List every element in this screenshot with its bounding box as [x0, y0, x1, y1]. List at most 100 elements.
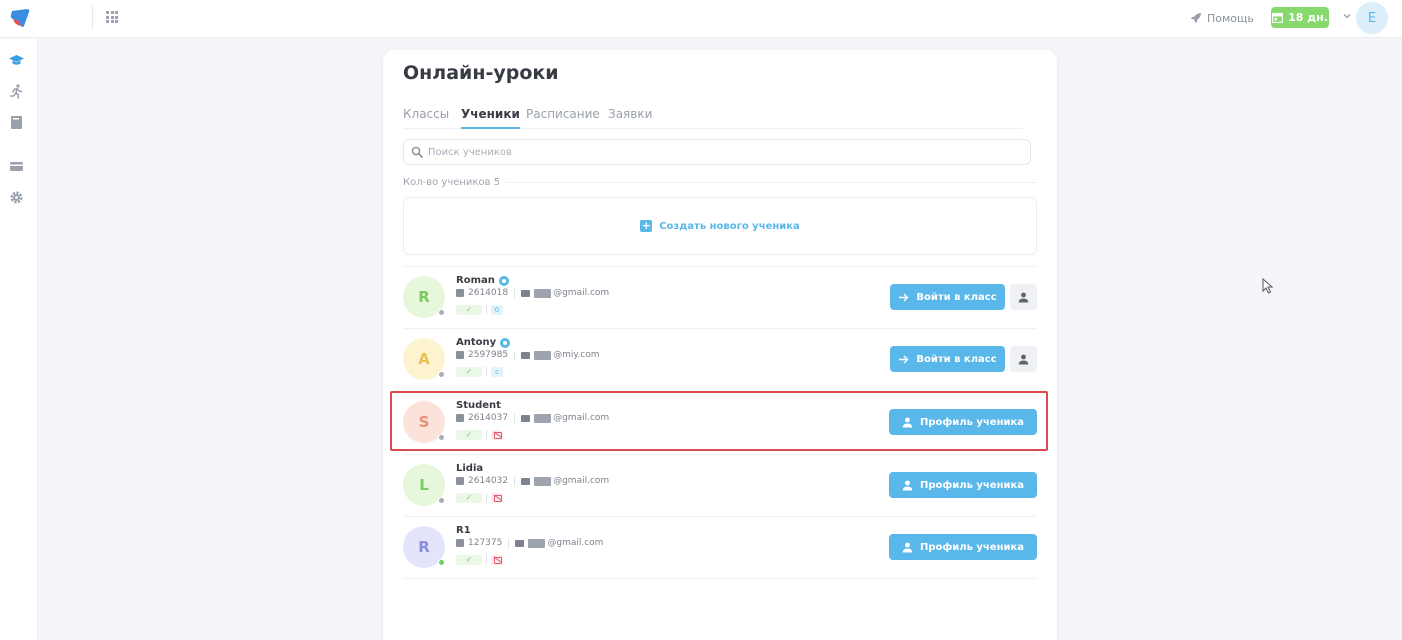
top-bar: Помощь 18 дн. E: [0, 0, 1402, 38]
student-email: @miy.com: [553, 350, 600, 360]
student-profile-icon-button[interactable]: [1010, 284, 1037, 310]
id-icon: [456, 289, 464, 297]
book-icon[interactable]: [9, 115, 24, 130]
student-name: Lidia: [456, 463, 484, 474]
status-dot: [438, 371, 445, 378]
student-meta: 2614032 @gmail.com: [456, 476, 609, 486]
arrow-right-icon: [899, 355, 909, 363]
status-dot: [438, 309, 445, 316]
redacted-email: [534, 350, 552, 360]
mail-icon: [515, 539, 525, 547]
tab-students[interactable]: Ученики: [461, 107, 520, 129]
student-row: R R1 127375 @gmail.com ✓ Профиль ученика: [403, 516, 1037, 578]
user-icon: [902, 542, 913, 552]
search-input[interactable]: [428, 143, 1018, 161]
student-name: Roman: [456, 275, 509, 286]
id-icon: [456, 477, 464, 485]
chevron-down-icon[interactable]: [1342, 11, 1352, 21]
search-icon: [411, 146, 423, 158]
student-name: Antony: [456, 337, 511, 348]
check-icon: ✓: [456, 492, 482, 503]
student-meta: 2614037 @gmail.com: [456, 413, 609, 423]
user-avatar[interactable]: E: [1356, 2, 1388, 34]
tab-classes[interactable]: Классы: [403, 107, 449, 129]
online-lessons-card: Онлайн-уроки Классы Ученики Расписание З…: [383, 50, 1057, 640]
status-dot: [438, 497, 445, 504]
mail-icon: [521, 289, 531, 297]
sidebar: [0, 39, 38, 640]
user-icon: [1018, 354, 1029, 364]
id-icon: [456, 414, 464, 422]
student-row: L Lidia 2614032 @gmail.com ✓ Профиль уче…: [403, 454, 1037, 516]
divider: [506, 181, 1037, 183]
status-dot: [438, 559, 445, 566]
page-title: Онлайн-уроки: [403, 62, 559, 84]
student-search: [403, 139, 1031, 165]
verified-icon: [498, 275, 509, 286]
student-badges: ✓: [456, 429, 503, 440]
student-id: 2614037: [468, 413, 509, 423]
student-count-label: Кол-во учеников 5: [403, 176, 501, 188]
tabs-bar: Классы Ученики Расписание Заявки: [403, 107, 1023, 129]
enter-class-button[interactable]: Войти в класс: [890, 346, 1005, 372]
trial-days-badge[interactable]: 18 дн.: [1271, 7, 1329, 28]
create-student-button[interactable]: + Создать нового ученика: [403, 197, 1037, 255]
student-badges: ✓: [456, 554, 503, 565]
student-profile-button[interactable]: Профиль ученика: [889, 472, 1037, 498]
student-id: 2597985: [468, 350, 509, 360]
student-name: R1: [456, 525, 471, 536]
arrow-right-icon: [899, 293, 909, 301]
mail-icon: [521, 414, 531, 422]
gear-icon[interactable]: [9, 190, 24, 205]
running-man-icon[interactable]: [9, 84, 24, 99]
tab-requests[interactable]: Заявки: [608, 107, 652, 129]
check-icon: ✓: [456, 366, 482, 377]
redacted-email: [528, 538, 546, 548]
help-link[interactable]: Помощь: [1190, 10, 1254, 26]
student-id: 2614032: [468, 476, 509, 486]
divider: [403, 578, 1037, 579]
verified-icon: [500, 337, 511, 348]
id-icon: [456, 539, 464, 547]
mail-icon: [521, 351, 531, 359]
status-dot: [438, 434, 445, 441]
mouse-cursor-icon: [1262, 278, 1274, 294]
divider: [92, 6, 93, 30]
video-off-icon: [491, 429, 503, 440]
student-badges: ✓ 0: [456, 304, 503, 315]
student-id: 127375: [468, 538, 503, 548]
student-badges: ✓ c: [456, 366, 503, 377]
check-icon: ✓: [456, 554, 482, 565]
student-row: S Student 2614037 @gmail.com ✓ Профиль у…: [403, 391, 1037, 453]
video-off-icon: [491, 554, 503, 565]
student-count: Кол-во учеников 5: [403, 176, 1037, 188]
mail-icon: [521, 477, 531, 485]
enter-class-button[interactable]: Войти в класс: [890, 284, 1005, 310]
calendar-icon: [1272, 12, 1284, 23]
student-email: @gmail.com: [553, 476, 610, 486]
id-icon: [456, 351, 464, 359]
student-name: Student: [456, 400, 501, 411]
redacted-email: [534, 413, 552, 423]
graduation-cap-icon[interactable]: [9, 53, 24, 68]
level-badge: 0: [491, 304, 503, 315]
student-profile-button[interactable]: Профиль ученика: [889, 534, 1037, 560]
student-meta: 2597985 @miy.com: [456, 350, 600, 360]
student-profile-button[interactable]: Профиль ученика: [889, 409, 1037, 435]
app-logo-icon[interactable]: [9, 8, 31, 28]
tab-schedule[interactable]: Расписание: [526, 107, 600, 129]
check-icon: ✓: [456, 429, 482, 440]
student-row: A Antony 2597985 @miy.com ✓ c Войти в кл…: [403, 328, 1037, 390]
card-icon[interactable]: [9, 159, 24, 174]
student-email: @gmail.com: [553, 288, 610, 298]
redacted-email: [534, 288, 552, 298]
user-icon: [902, 417, 913, 427]
student-id: 2614018: [468, 288, 509, 298]
plus-icon: +: [640, 219, 653, 232]
student-profile-icon-button[interactable]: [1010, 346, 1037, 372]
student-badges: ✓: [456, 492, 503, 503]
student-email: @gmail.com: [553, 413, 610, 423]
trial-label: 18 дн.: [1288, 11, 1328, 24]
apps-grid-icon[interactable]: [106, 11, 118, 23]
student-meta: 127375 @gmail.com: [456, 538, 603, 548]
